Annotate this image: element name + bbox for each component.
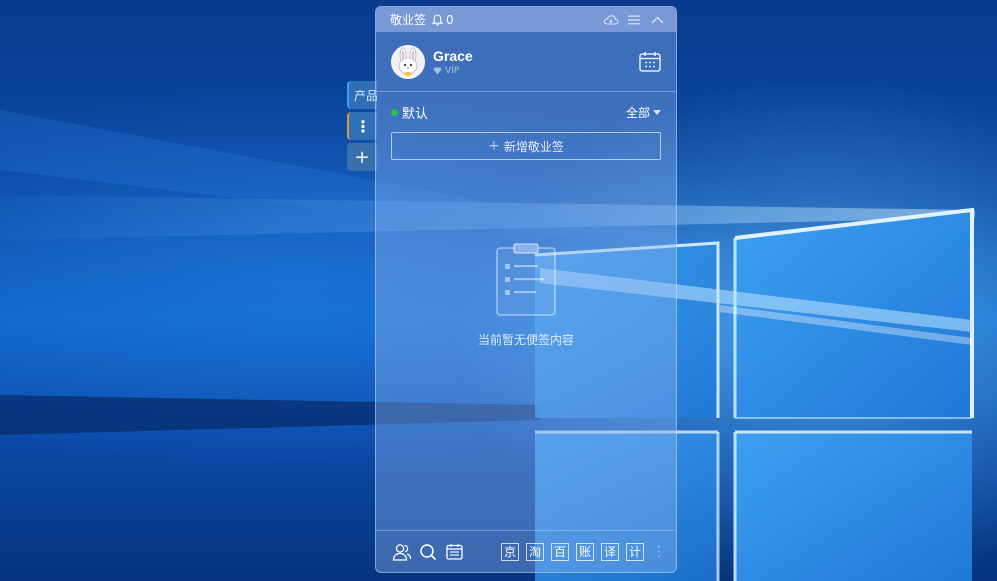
clipboard-icon [496, 243, 556, 316]
side-tab-product[interactable]: 产品 [347, 81, 377, 109]
caret-down-icon [653, 109, 661, 115]
vip-badge: VIP [433, 66, 638, 76]
group-name[interactable]: 默认 [402, 103, 626, 122]
bunny-avatar-icon [398, 47, 418, 76]
user-name: Grace [433, 47, 473, 64]
calendar-note-icon[interactable] [444, 542, 464, 562]
shortcut-jd[interactable]: 京 [501, 542, 519, 561]
notification-count: 0 [446, 12, 454, 27]
add-note-button[interactable]: + 新增敬业签 [391, 132, 661, 160]
empty-state: 当前暂无便签内容 [376, 243, 676, 348]
plus-icon: + [488, 138, 500, 154]
filter-dropdown[interactable]: 全部 [626, 104, 661, 121]
more-options-icon[interactable]: ⋮ [652, 545, 666, 559]
title-bar[interactable]: 敬业签 0 [376, 7, 676, 32]
shortcut-translate[interactable]: 译 [601, 542, 619, 561]
side-tabs: 产品 ⋮ + [347, 81, 377, 174]
vip-label: VIP [445, 65, 460, 76]
group-row: 默认 全部 [376, 92, 676, 132]
shortcut-account[interactable]: 账 [576, 542, 594, 561]
bell-icon [432, 13, 444, 26]
notification-button[interactable]: 0 [432, 13, 454, 27]
menu-icon[interactable] [625, 11, 643, 29]
add-note-label: 新增敬业签 [503, 139, 564, 154]
search-icon[interactable] [418, 542, 438, 562]
cloud-icon[interactable] [602, 11, 620, 29]
shortcut-taobao[interactable]: 淘 [526, 542, 544, 561]
user-profile: Grace VIP [376, 32, 676, 92]
team-icon[interactable] [392, 542, 412, 562]
filter-label: 全部 [625, 105, 650, 120]
calendar-icon [639, 52, 661, 72]
bottom-toolbar: 京 淘 百 账 译 计 ⋮ [376, 530, 676, 572]
calendar-button[interactable] [638, 50, 662, 74]
shortcut-calculator[interactable]: 计 [626, 542, 644, 561]
sticky-note-panel: 敬业签 0 Grace VIP 默认 全部 + 新增敬业签 当前暂无便签内容 京… [375, 6, 677, 573]
diamond-icon [433, 67, 442, 74]
online-dot [391, 108, 398, 116]
side-tab-more[interactable]: ⋮ [347, 112, 377, 140]
shortcut-baidu[interactable]: 百 [551, 542, 569, 561]
side-tab-add[interactable]: + [347, 143, 377, 171]
avatar[interactable] [391, 44, 425, 79]
empty-state-text: 当前暂无便签内容 [477, 333, 574, 347]
chevron-up-icon[interactable] [648, 11, 666, 29]
app-title: 敬业签 [390, 13, 427, 27]
